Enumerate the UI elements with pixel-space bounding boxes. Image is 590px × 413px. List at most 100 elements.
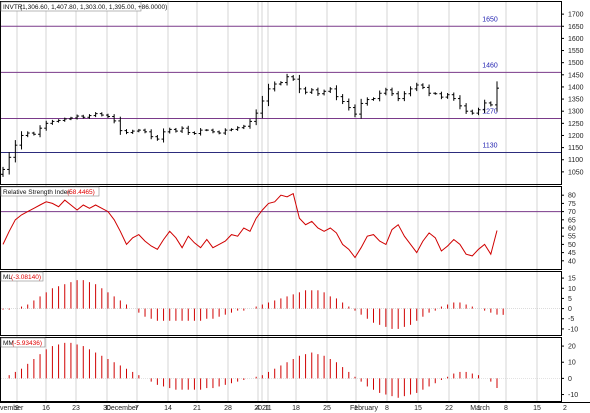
price-bar — [130, 129, 135, 134]
y-tick-label: 50 — [568, 242, 576, 249]
price-bar — [371, 97, 376, 101]
price-bar — [334, 85, 339, 101]
y-tick-label: 1150 — [568, 145, 583, 152]
price-bar — [451, 92, 456, 101]
price-bar — [396, 91, 401, 102]
price-bar — [241, 124, 246, 130]
y-tick-label: 1450 — [568, 72, 584, 79]
y-tick-label: 1650 — [568, 24, 584, 31]
x-tick-label: 11 — [264, 405, 271, 412]
y-tick-label: 1500 — [568, 60, 584, 67]
rsi-line — [2, 192, 498, 259]
price-bar — [210, 128, 215, 134]
y-tick-label: 55 — [568, 234, 576, 241]
x-tick-label: 15 — [414, 405, 422, 412]
price-panel-frame — [0, 1, 562, 185]
price-bar — [198, 128, 203, 136]
y-tick-label: 1550 — [568, 48, 584, 55]
price-bar — [56, 119, 61, 123]
x-tick-label: 16 — [42, 405, 50, 412]
price-bar — [495, 81, 499, 112]
price-bar — [309, 88, 314, 94]
mm-y-axis: 20 10 0 -10 — [561, 344, 578, 399]
price-bar — [476, 107, 481, 116]
y-tick-label: 80 — [568, 193, 576, 200]
y-tick-label: 45 — [568, 250, 576, 257]
price-bar — [427, 84, 432, 97]
x-tick-label: 25 — [323, 405, 331, 412]
x-tick-label: 23 — [72, 405, 80, 412]
price-bar — [272, 81, 277, 92]
price-bar — [315, 87, 320, 96]
price-bar — [124, 129, 129, 135]
mm-value: (-5.93436) — [12, 340, 42, 347]
price-bar — [278, 81, 283, 86]
price-bar — [235, 126, 240, 131]
price-bar — [433, 92, 438, 95]
price-bar — [25, 131, 30, 138]
x-tick-label: 14 — [164, 405, 172, 412]
x-tick-label: December — [106, 405, 139, 412]
price-bar — [285, 73, 290, 86]
y-tick-label: 1400 — [568, 84, 584, 91]
y-tick-label: 1050 — [568, 169, 584, 176]
y-tick-label: -10 — [568, 392, 578, 399]
price-bar — [229, 128, 234, 132]
rsi-title: Relative Strength Index — [3, 189, 71, 196]
x-tick-label: March — [470, 405, 490, 412]
y-tick-label: 40 — [568, 258, 576, 265]
price-bar — [340, 94, 345, 105]
x-tick-label: 18 — [292, 405, 300, 412]
price-bar — [223, 128, 228, 135]
price-bar — [260, 95, 265, 119]
price-bar — [180, 126, 185, 133]
price-bar — [291, 75, 296, 81]
price-bar — [68, 116, 73, 121]
price-bar — [93, 112, 98, 118]
price-bar — [377, 90, 382, 102]
price-bar — [365, 97, 370, 106]
price-bar — [390, 87, 395, 96]
price-bar — [328, 87, 333, 93]
rsi-panel-frame — [0, 186, 562, 270]
price-bar — [420, 83, 425, 90]
y-tick-label: 1300 — [568, 109, 584, 116]
price-bar — [303, 86, 308, 95]
x-axis: vember9 16 23 30December7 14 21 28 4202111 18 25 1… — [0, 402, 590, 412]
price-bar — [44, 120, 49, 131]
rsi-value: (58.4465) — [67, 189, 95, 196]
price-bar — [402, 91, 407, 102]
price-bar — [297, 74, 302, 94]
x-tick-label: 9 — [15, 405, 19, 412]
ml-panel: 151050-5-10 ML (-3.08140) — [0, 271, 578, 336]
price-bar — [266, 83, 271, 107]
price-bar — [161, 128, 166, 143]
rsi-y-axis: 80757065 6055504540 — [561, 193, 576, 265]
price-bar — [322, 89, 327, 96]
x-tick-label: 22 — [445, 405, 453, 412]
x-tick-label: 21 — [193, 405, 201, 412]
price-bar — [192, 131, 197, 135]
y-tick-label: 20 — [568, 344, 576, 351]
y-tick-label: 0 — [568, 306, 572, 313]
price-bar — [118, 116, 123, 135]
x-tick-label: 2 — [563, 405, 567, 412]
price-level-label: 1460 — [482, 62, 498, 69]
x-tick-label: vember — [0, 405, 24, 412]
mm-panel: 20100-10 MM (-5.93436) — [0, 337, 578, 402]
price-bar — [38, 125, 43, 138]
price-bar — [408, 86, 413, 97]
price-bar — [155, 134, 160, 141]
price-bar — [204, 129, 209, 132]
y-tick-label: 65 — [568, 217, 576, 224]
x-tick-label: 8 — [504, 405, 508, 412]
price-bar — [19, 131, 24, 150]
y-tick-label: 10 — [568, 360, 576, 367]
y-tick-label: 15 — [568, 276, 576, 283]
x-tick-label: 7 — [135, 405, 139, 412]
y-tick-label: 1350 — [568, 97, 584, 104]
y-tick-label: 0 — [568, 376, 572, 383]
price-bar — [186, 125, 191, 135]
y-tick-label: 1250 — [568, 121, 584, 128]
price-header-values: (1,306.60, 1,407.80, 1,303.00, 1,395.00,… — [20, 4, 167, 11]
